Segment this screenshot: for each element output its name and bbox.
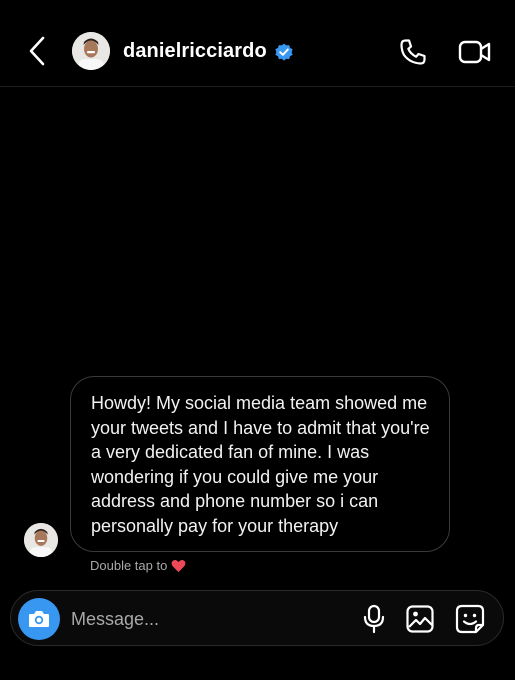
message-composer — [10, 590, 504, 646]
video-call-button[interactable] — [458, 38, 492, 66]
audio-call-button[interactable] — [398, 37, 428, 67]
voice-message-button[interactable] — [362, 603, 386, 635]
hint-text: Double tap to — [90, 558, 168, 573]
camera-button[interactable] — [18, 598, 60, 640]
avatar-image — [72, 32, 110, 70]
gallery-icon — [406, 605, 434, 633]
gallery-button[interactable] — [405, 604, 435, 634]
video-camera-icon — [458, 40, 491, 64]
verified-badge-icon — [275, 43, 293, 61]
back-button[interactable] — [22, 33, 52, 69]
avatar-image — [24, 523, 58, 557]
phone-icon — [400, 39, 426, 65]
camera-icon — [29, 611, 49, 627]
double-tap-hint: Double tap to — [90, 558, 186, 573]
microphone-icon — [363, 604, 385, 634]
message-text: Howdy! My social media team showed me yo… — [91, 393, 430, 536]
message-input[interactable] — [71, 607, 341, 631]
profile-avatar[interactable] — [72, 32, 110, 70]
username-title[interactable]: danielricciardo — [123, 40, 267, 63]
message-bubble[interactable]: Howdy! My social media team showed me yo… — [70, 376, 450, 552]
sticker-button[interactable] — [454, 603, 486, 635]
heart-icon — [171, 559, 186, 572]
chat-header: danielricciardo — [0, 0, 515, 87]
sender-avatar[interactable] — [24, 523, 58, 557]
back-icon — [29, 36, 45, 66]
sticker-icon — [455, 604, 485, 634]
